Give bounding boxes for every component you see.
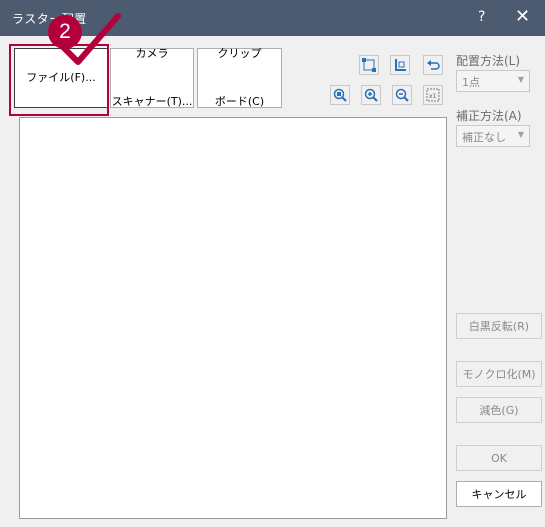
close-button[interactable]: ✕ <box>515 6 530 27</box>
invert-button[interactable]: 白黒反転(R) <box>456 313 542 339</box>
chevron-down-icon: ▼ <box>517 75 524 84</box>
zoom-in-icon[interactable] <box>361 85 381 105</box>
monochrome-button[interactable]: モノクロ化(M) <box>456 361 542 387</box>
camera-button-line2: スキャナー(T)... <box>111 95 193 108</box>
clipboard-button[interactable]: クリップ ボード(C) <box>197 47 282 108</box>
actual-size-icon[interactable]: x1 <box>423 85 443 105</box>
placement-method-value: 1点 <box>462 76 480 89</box>
svg-text:x1: x1 <box>429 93 437 100</box>
cancel-button[interactable]: キャンセル <box>456 481 542 507</box>
placement-method-select[interactable]: 1点 ▼ <box>456 70 530 92</box>
file-button-label: ファイル(F)... <box>26 71 96 84</box>
correction-method-label: 補正方法(A) <box>456 109 522 123</box>
raster-placement-dialog: ラスター配置 ? ✕ ファイル(F)... カメラ スキャナー(T)... クリ… <box>0 0 545 527</box>
help-button[interactable]: ? <box>478 9 485 25</box>
zoom-out-icon[interactable] <box>392 85 412 105</box>
clipboard-button-line2: ボード(C) <box>214 95 265 108</box>
correction-method-value: 補正なし <box>462 131 506 144</box>
raster-preview-area[interactable] <box>19 117 447 519</box>
undo-icon[interactable] <box>423 55 443 75</box>
vertical-fit-icon[interactable] <box>390 55 410 75</box>
checkmark-icon <box>57 13 121 65</box>
ok-button[interactable]: OK <box>456 445 542 471</box>
placement-method-label: 配置方法(L) <box>456 54 521 68</box>
zoom-fit-icon[interactable] <box>330 85 350 105</box>
reduce-color-button[interactable]: 減色(G) <box>456 397 542 423</box>
chevron-down-icon: ▼ <box>517 130 524 139</box>
clipboard-button-line1: クリップ <box>217 47 262 60</box>
correction-method-select[interactable]: 補正なし ▼ <box>456 125 530 147</box>
two-point-icon[interactable] <box>359 55 379 75</box>
